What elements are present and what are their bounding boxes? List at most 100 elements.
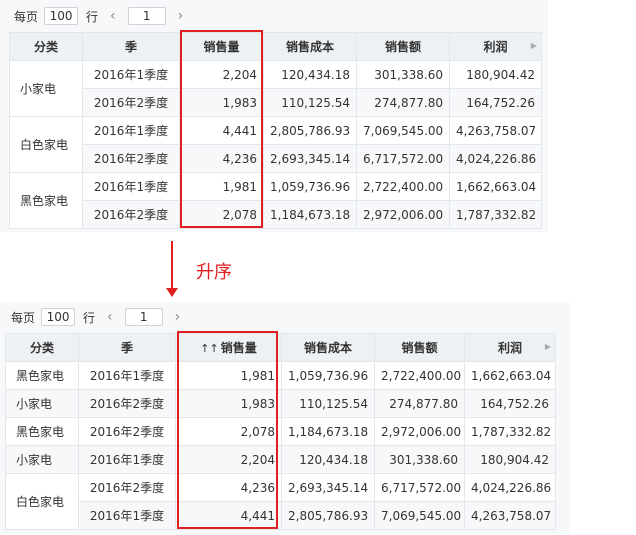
sales-volume-cell: 1,981	[175, 361, 282, 390]
down-arrow-icon	[166, 288, 178, 297]
col-header-category[interactable]: 分类	[5, 333, 79, 362]
col-header-profit[interactable]: 利润 ▶	[449, 32, 542, 61]
quarter-cell: 2016年2季度	[78, 417, 176, 446]
arrow-line	[171, 241, 173, 291]
scroll-right-icon[interactable]: ▶	[545, 342, 551, 351]
col-header-sales-volume-label: 销售量	[220, 341, 257, 355]
col-header-profit[interactable]: 利润 ▶	[464, 333, 556, 362]
col-header-sales-cost[interactable]: 销售成本	[263, 32, 357, 61]
quarter-cell: 2016年2季度	[78, 389, 176, 418]
sales-amount-cell: 2,722,400.00	[374, 361, 465, 390]
page-number-input[interactable]: 1	[127, 7, 166, 25]
sales-amount-cell: 6,717,572.00	[374, 473, 465, 502]
sales-cost-cell: 1,184,673.18	[281, 417, 375, 446]
header-row: 分类 季 销售量 销售成本 销售额 利润 ▶	[9, 32, 542, 61]
sales-volume-cell: 4,441	[175, 501, 282, 530]
bottom-data-table: 分类 季 ↑↑ 销售量 销售成本 销售额 利润 ▶ 黑色家电 2016年1季度 1,…	[5, 333, 556, 530]
quarter-cell: 2016年1季度	[78, 501, 176, 530]
category-cell: 白色家电	[5, 473, 79, 530]
profit-cell: 164,752.26	[464, 389, 556, 418]
sales-volume-cell: 1,981	[179, 172, 264, 201]
quarter-cell: 2016年2季度	[82, 88, 180, 117]
profit-cell: 180,904.42	[464, 445, 556, 474]
category-cell: 黑色家电	[9, 172, 83, 229]
profit-cell: 1,662,663.04	[449, 172, 542, 201]
rows-per-page-input[interactable]: 100	[41, 308, 76, 326]
sales-amount-cell: 274,877.80	[356, 88, 450, 117]
quarter-cell: 2016年2季度	[82, 200, 180, 229]
sales-cost-cell: 1,059,736.96	[263, 172, 357, 201]
quarter-cell: 2016年2季度	[82, 144, 180, 173]
category-cell: 白色家电	[9, 116, 83, 173]
rows-suffix-label: 行	[86, 9, 99, 24]
sort-ascending-icon[interactable]: ↑↑	[200, 342, 218, 355]
quarter-cell: 2016年1季度	[82, 60, 180, 89]
col-header-quarter[interactable]: 季	[82, 32, 180, 61]
col-header-profit-label: 利润	[483, 40, 508, 54]
sales-volume-cell: 4,236	[175, 473, 282, 502]
profit-cell: 1,662,663.04	[464, 361, 556, 390]
sales-cost-cell: 2,805,786.93	[263, 116, 357, 145]
quarter-cell: 2016年1季度	[78, 361, 176, 390]
table-row: 2016年1季度 4,441 2,805,786.93 7,069,545.00…	[6, 501, 556, 530]
prev-page-icon[interactable]: ‹	[110, 8, 116, 24]
scroll-right-icon[interactable]: ▶	[531, 41, 537, 50]
sales-amount-cell: 7,069,545.00	[356, 116, 450, 145]
profit-cell: 4,263,758.07	[464, 501, 556, 530]
sales-cost-cell: 2,805,786.93	[281, 501, 375, 530]
table-row: 小家电 2016年1季度 2,204 120,434.18 301,338.60…	[9, 60, 542, 117]
col-header-category[interactable]: 分类	[9, 32, 83, 61]
per-page-label: 每页	[11, 310, 36, 325]
prev-page-icon[interactable]: ‹	[107, 309, 113, 325]
col-header-sales-volume[interactable]: 销售量	[179, 32, 264, 61]
table-row: 小家电 2016年2季度 1,983 110,125.54 274,877.80…	[5, 389, 556, 418]
profit-cell: 4,024,226.86	[449, 144, 542, 173]
table-row: 黑色家电 2016年1季度 1,981 1,059,736.96 2,722,4…	[9, 172, 542, 229]
category-cell: 小家电	[5, 445, 79, 474]
profit-cell: 1,787,332.82	[464, 417, 556, 446]
header-row: 分类 季 ↑↑ 销售量 销售成本 销售额 利润 ▶	[5, 333, 556, 362]
table-row: 黑色家电 2016年1季度 1,981 1,059,736.96 2,722,4…	[5, 361, 556, 390]
next-page-icon[interactable]: ›	[178, 8, 184, 24]
profit-cell: 164,752.26	[449, 88, 542, 117]
quarter-cell: 2016年1季度	[82, 116, 180, 145]
sales-volume-cell: 2,204	[179, 60, 264, 89]
sales-amount-cell: 6,717,572.00	[356, 144, 450, 173]
page-number-input[interactable]: 1	[124, 308, 163, 326]
sales-volume-cell: 2,078	[175, 417, 282, 446]
sales-cost-cell: 2,693,345.14	[263, 144, 357, 173]
table-row: 2016年2季度 2,078 1,184,673.18 2,972,006.00…	[10, 200, 542, 229]
sales-amount-cell: 7,069,545.00	[374, 501, 465, 530]
profit-cell: 4,263,758.07	[449, 116, 542, 145]
bottom-pagination-bar: 每页 100 行 ‹ 1 ›	[11, 307, 192, 327]
table-row: 白色家电 2016年2季度 4,236 2,693,345.14 6,717,5…	[5, 473, 556, 530]
ascending-label: 升序	[196, 262, 232, 283]
sales-cost-cell: 1,184,673.18	[263, 200, 357, 229]
col-header-profit-label: 利润	[497, 341, 522, 355]
sales-volume-cell: 2,078	[179, 200, 264, 229]
sales-cost-cell: 1,059,736.96	[281, 361, 375, 390]
sales-volume-cell: 1,983	[175, 389, 282, 418]
col-header-quarter[interactable]: 季	[78, 333, 176, 362]
col-header-sales-volume[interactable]: ↑↑ 销售量	[175, 333, 282, 362]
sales-cost-cell: 110,125.54	[263, 88, 357, 117]
col-header-sales-amount[interactable]: 销售额	[374, 333, 465, 362]
table-row: 小家电 2016年1季度 2,204 120,434.18 301,338.60…	[5, 445, 556, 474]
col-header-sales-amount[interactable]: 销售额	[356, 32, 450, 61]
next-page-icon[interactable]: ›	[175, 309, 181, 325]
sales-amount-cell: 2,722,400.00	[356, 172, 450, 201]
category-cell: 黑色家电	[5, 361, 79, 390]
table-row: 2016年2季度 1,983 110,125.54 274,877.80 164…	[10, 88, 542, 117]
top-pagination-bar: 每页 100 行 ‹ 1 ›	[14, 6, 195, 26]
sales-cost-cell: 120,434.18	[281, 445, 375, 474]
sales-amount-cell: 2,972,006.00	[374, 417, 465, 446]
category-cell: 小家电	[9, 60, 83, 117]
quarter-cell: 2016年1季度	[82, 172, 180, 201]
sales-volume-cell: 4,441	[179, 116, 264, 145]
rows-suffix-label: 行	[83, 310, 96, 325]
profit-cell: 1,787,332.82	[449, 200, 542, 229]
col-header-sales-cost[interactable]: 销售成本	[281, 333, 375, 362]
profit-cell: 4,024,226.86	[464, 473, 556, 502]
rows-per-page-input[interactable]: 100	[44, 7, 79, 25]
profit-cell: 180,904.42	[449, 60, 542, 89]
